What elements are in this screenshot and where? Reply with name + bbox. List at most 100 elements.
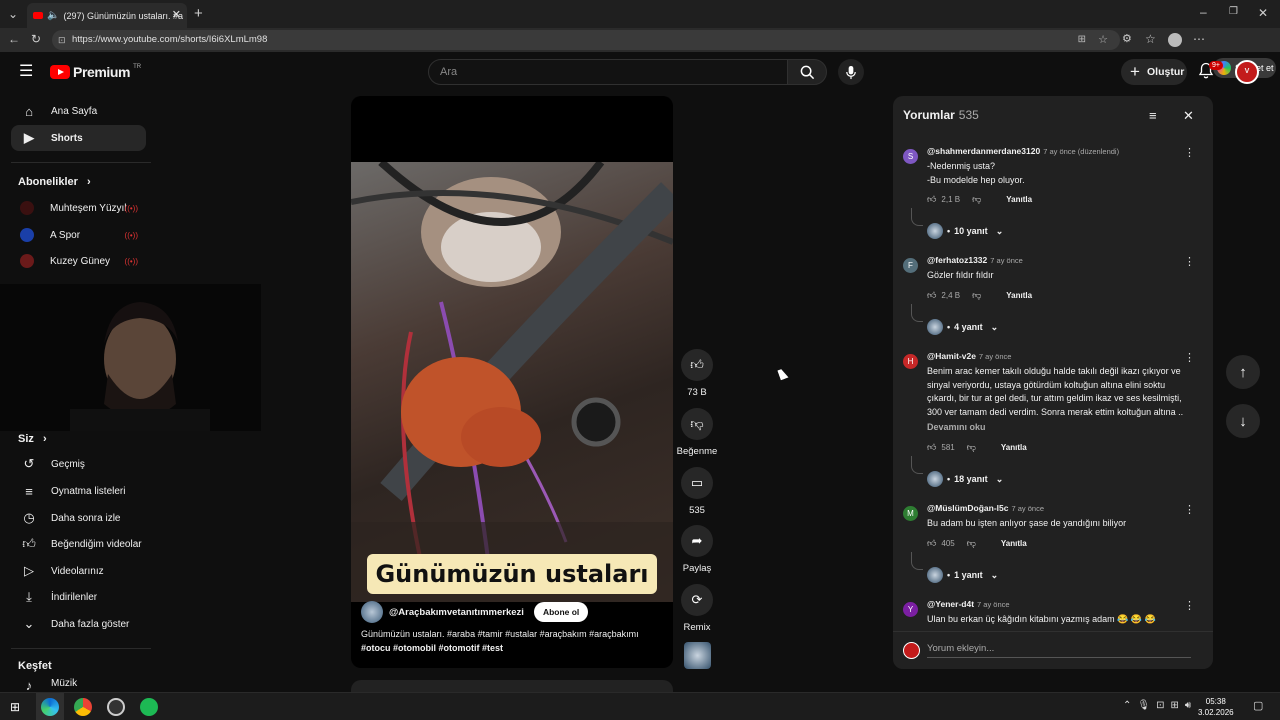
- comment-author[interactable]: @Yener-d4t: [927, 599, 974, 609]
- thumb-up-icon[interactable]: 👍︎: [927, 194, 936, 205]
- browser-tab[interactable]: 🔈 (297) Günümüzün ustaları. #a ✕: [27, 3, 187, 28]
- chrome-icon[interactable]: [74, 698, 92, 716]
- comment-author[interactable]: @shahmerdanmerdane3120: [927, 146, 1040, 156]
- extensions-icon[interactable]: ⚙: [1122, 34, 1132, 45]
- favorite-star-icon[interactable]: ☆: [1098, 30, 1108, 50]
- subscription-item[interactable]: Kuzey Güney ((•)): [11, 250, 146, 272]
- edge-icon[interactable]: [41, 698, 59, 716]
- sort-icon[interactable]: ≡: [1149, 108, 1157, 123]
- you-heading[interactable]: Siz ›: [18, 433, 47, 445]
- favorites-icon[interactable]: ☆: [1145, 33, 1156, 45]
- view-replies-button[interactable]: • 18 yanıt ⌄: [927, 471, 1003, 487]
- close-tab-icon[interactable]: ✕: [172, 8, 181, 21]
- taskbar-clock[interactable]: 05:38 3.02.2026: [1198, 696, 1234, 718]
- thumb-down-icon[interactable]: 👎︎: [681, 408, 713, 440]
- profile-icon[interactable]: [1168, 33, 1182, 47]
- create-button[interactable]: + Oluştur: [1121, 59, 1187, 85]
- thumb-down-icon[interactable]: 👎︎: [972, 290, 981, 301]
- sidebar-item-watch-later[interactable]: ◷ Daha sonra izle: [11, 505, 146, 531]
- url-field[interactable]: ⊡ https://www.youtube.com/shorts/I6i6XLm…: [52, 30, 1120, 50]
- like-action[interactable]: 👍︎ 73 B: [681, 349, 713, 398]
- channel-name[interactable]: @Araçbakımvetanıtımmerkezi: [389, 607, 524, 618]
- subscribe-button[interactable]: Abone ol: [533, 602, 589, 622]
- reply-button[interactable]: Yanıtla: [1001, 443, 1027, 452]
- comment-input[interactable]: Yorum ekleyin...: [927, 643, 1191, 658]
- thumb-up-icon[interactable]: 👍︎: [927, 442, 936, 453]
- sidebar-item-music[interactable]: ♪ Müzik: [11, 678, 146, 692]
- view-replies-button[interactable]: • 1 yanıt ⌄: [927, 567, 998, 583]
- windows-start-icon[interactable]: ⊞: [10, 700, 20, 714]
- sidebar-item-history[interactable]: ↺ Geçmiş: [11, 451, 146, 477]
- hamburger-menu-icon[interactable]: ☰: [19, 64, 33, 80]
- channel-avatar[interactable]: [361, 601, 383, 623]
- search-input[interactable]: Ara: [428, 59, 790, 85]
- minimize-icon[interactable]: –: [1200, 6, 1207, 18]
- more-menu-icon[interactable]: ⋯: [1193, 33, 1205, 45]
- notification-center-icon[interactable]: ▢: [1253, 699, 1263, 712]
- sidebar-item-your-videos[interactable]: ▷ Videolarınız: [11, 558, 146, 584]
- previous-short-button[interactable]: ↑: [1226, 355, 1260, 389]
- commenter-avatar[interactable]: M: [903, 506, 918, 521]
- speaker-icon[interactable]: 🔈: [47, 10, 59, 21]
- comment-author[interactable]: @Hamit-v2e: [927, 351, 976, 361]
- app-install-icon[interactable]: ⊞: [1078, 30, 1086, 50]
- commenter-avatar[interactable]: Y: [903, 602, 918, 617]
- system-tray-icons[interactable]: ⌃🎙︎⊡⊞🔊︎: [1123, 700, 1197, 711]
- shorts-video-player[interactable]: Günümüzün ustaları @Araçbakımvetanıtımme…: [351, 96, 673, 668]
- sidebar-item-downloads[interactable]: ⤓ İndirilenler: [11, 584, 146, 610]
- next-short-button[interactable]: ↓: [1226, 404, 1260, 438]
- back-icon[interactable]: ←: [8, 33, 20, 45]
- thumb-down-icon[interactable]: 👎︎: [972, 194, 981, 205]
- remix-action[interactable]: ⟳ Remix: [681, 584, 713, 633]
- tab-list-icon[interactable]: ⌄: [8, 8, 18, 20]
- subscription-item[interactable]: A Spor ((•)): [11, 224, 146, 246]
- thumb-up-icon[interactable]: 👍︎: [927, 538, 936, 549]
- more-vert-icon[interactable]: ⋮: [1184, 351, 1195, 364]
- sidebar-item-shorts[interactable]: ▶ Shorts: [11, 125, 146, 151]
- comment-author[interactable]: @ferhatoz1332: [927, 255, 987, 265]
- reply-button[interactable]: Yanıtla: [1006, 291, 1032, 300]
- thumb-up-icon[interactable]: 👍︎: [927, 290, 936, 301]
- reload-icon[interactable]: ↻: [31, 33, 41, 45]
- account-avatar[interactable]: V: [1235, 60, 1259, 84]
- view-replies-button[interactable]: • 4 yanıt ⌄: [927, 319, 998, 335]
- remix-icon[interactable]: ⟳: [681, 584, 713, 616]
- sound-thumbnail[interactable]: [684, 642, 711, 669]
- sidebar-item-playlists[interactable]: ≡ Oynatma listeleri: [11, 478, 146, 504]
- share-action[interactable]: ➦ Paylaş: [681, 525, 713, 574]
- read-more-link[interactable]: Devamını oku: [927, 422, 986, 432]
- more-vert-icon[interactable]: ⋮: [1184, 599, 1195, 612]
- subscriptions-heading[interactable]: Abonelikler ›: [18, 176, 91, 188]
- commenter-avatar[interactable]: S: [903, 149, 918, 164]
- video-description[interactable]: Günümüzün ustaları. #araba #tamir #ustal…: [361, 627, 661, 655]
- new-tab-icon[interactable]: +: [194, 6, 203, 21]
- commenter-avatar[interactable]: H: [903, 354, 918, 369]
- close-icon[interactable]: ✕: [1183, 108, 1194, 124]
- youtube-logo[interactable]: Premium TR: [50, 64, 141, 80]
- reply-button[interactable]: Yanıtla: [1001, 539, 1027, 548]
- subscription-item[interactable]: Muhteşem Yüzyıl ((•)): [11, 197, 146, 219]
- reply-button[interactable]: Yanıtla: [1006, 195, 1032, 204]
- more-vert-icon[interactable]: ⋮: [1184, 503, 1195, 516]
- steam-icon[interactable]: [107, 698, 125, 716]
- spotify-icon[interactable]: [140, 698, 158, 716]
- commenter-avatar[interactable]: F: [903, 258, 918, 273]
- sidebar-item-liked-videos[interactable]: 👍︎ Beğendiğim videolar: [11, 531, 146, 557]
- thumb-up-icon[interactable]: 👍︎: [681, 349, 713, 381]
- voice-search-button[interactable]: [838, 59, 864, 85]
- thumb-down-icon[interactable]: 👎︎: [967, 442, 976, 453]
- view-replies-button[interactable]: • 10 yanıt ⌄: [927, 223, 1003, 239]
- thumb-down-icon[interactable]: 👎︎: [967, 538, 976, 549]
- comment-icon[interactable]: ▭: [681, 467, 713, 499]
- comments-action[interactable]: ▭ 535: [681, 467, 713, 516]
- dislike-action[interactable]: 👎︎ Beğenme: [677, 408, 717, 457]
- maximize-icon[interactable]: ❐: [1229, 7, 1238, 17]
- more-vert-icon[interactable]: ⋮: [1184, 255, 1195, 268]
- comment-author[interactable]: @MüslümDoğan-l5c: [927, 503, 1009, 513]
- site-info-icon[interactable]: ⊡: [58, 30, 66, 50]
- more-vert-icon[interactable]: ⋮: [1184, 146, 1195, 159]
- sidebar-item-home[interactable]: ⌂ Ana Sayfa: [11, 98, 146, 124]
- search-button[interactable]: [787, 59, 827, 85]
- share-icon[interactable]: ➦: [681, 525, 713, 557]
- sidebar-item-show-more[interactable]: ⌄ Daha fazla göster: [11, 611, 146, 637]
